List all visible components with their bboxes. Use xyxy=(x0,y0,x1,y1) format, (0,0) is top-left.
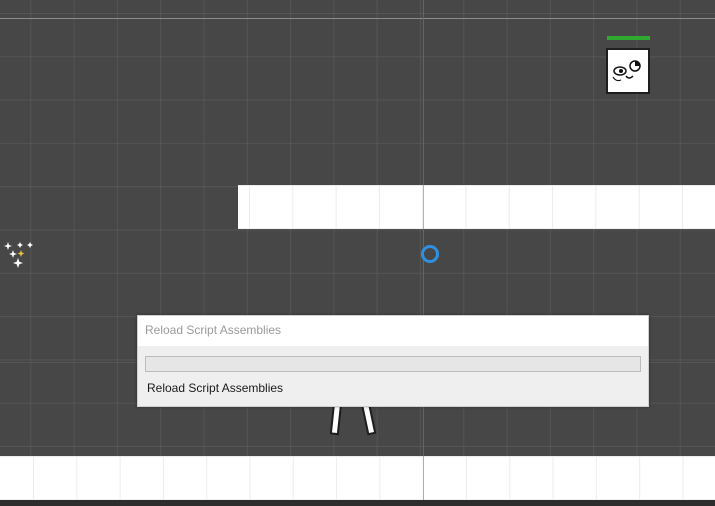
pivot-gizmo-icon[interactable] xyxy=(421,245,439,263)
player-legs-sprite[interactable] xyxy=(328,404,378,438)
dialog-titlebar[interactable]: Reload Script Assemblies xyxy=(138,316,648,346)
sparkle-icon[interactable] xyxy=(4,240,34,272)
dialog-title: Reload Script Assemblies xyxy=(145,323,282,337)
bottom-strip xyxy=(0,500,715,506)
enemy-face-icon xyxy=(612,60,641,82)
enemy-health-bar xyxy=(607,36,650,40)
enemy-sprite[interactable] xyxy=(606,36,650,94)
platform-upper[interactable] xyxy=(238,185,715,229)
scene-view[interactable] xyxy=(0,0,715,506)
reload-dialog: Reload Script Assemblies Reload Script A… xyxy=(137,315,649,407)
dialog-status-text: Reload Script Assemblies xyxy=(147,381,284,395)
platform-ground[interactable] xyxy=(0,456,715,500)
horizontal-axis-line xyxy=(0,18,715,19)
progress-bar xyxy=(145,356,641,372)
enemy-body xyxy=(606,48,650,94)
